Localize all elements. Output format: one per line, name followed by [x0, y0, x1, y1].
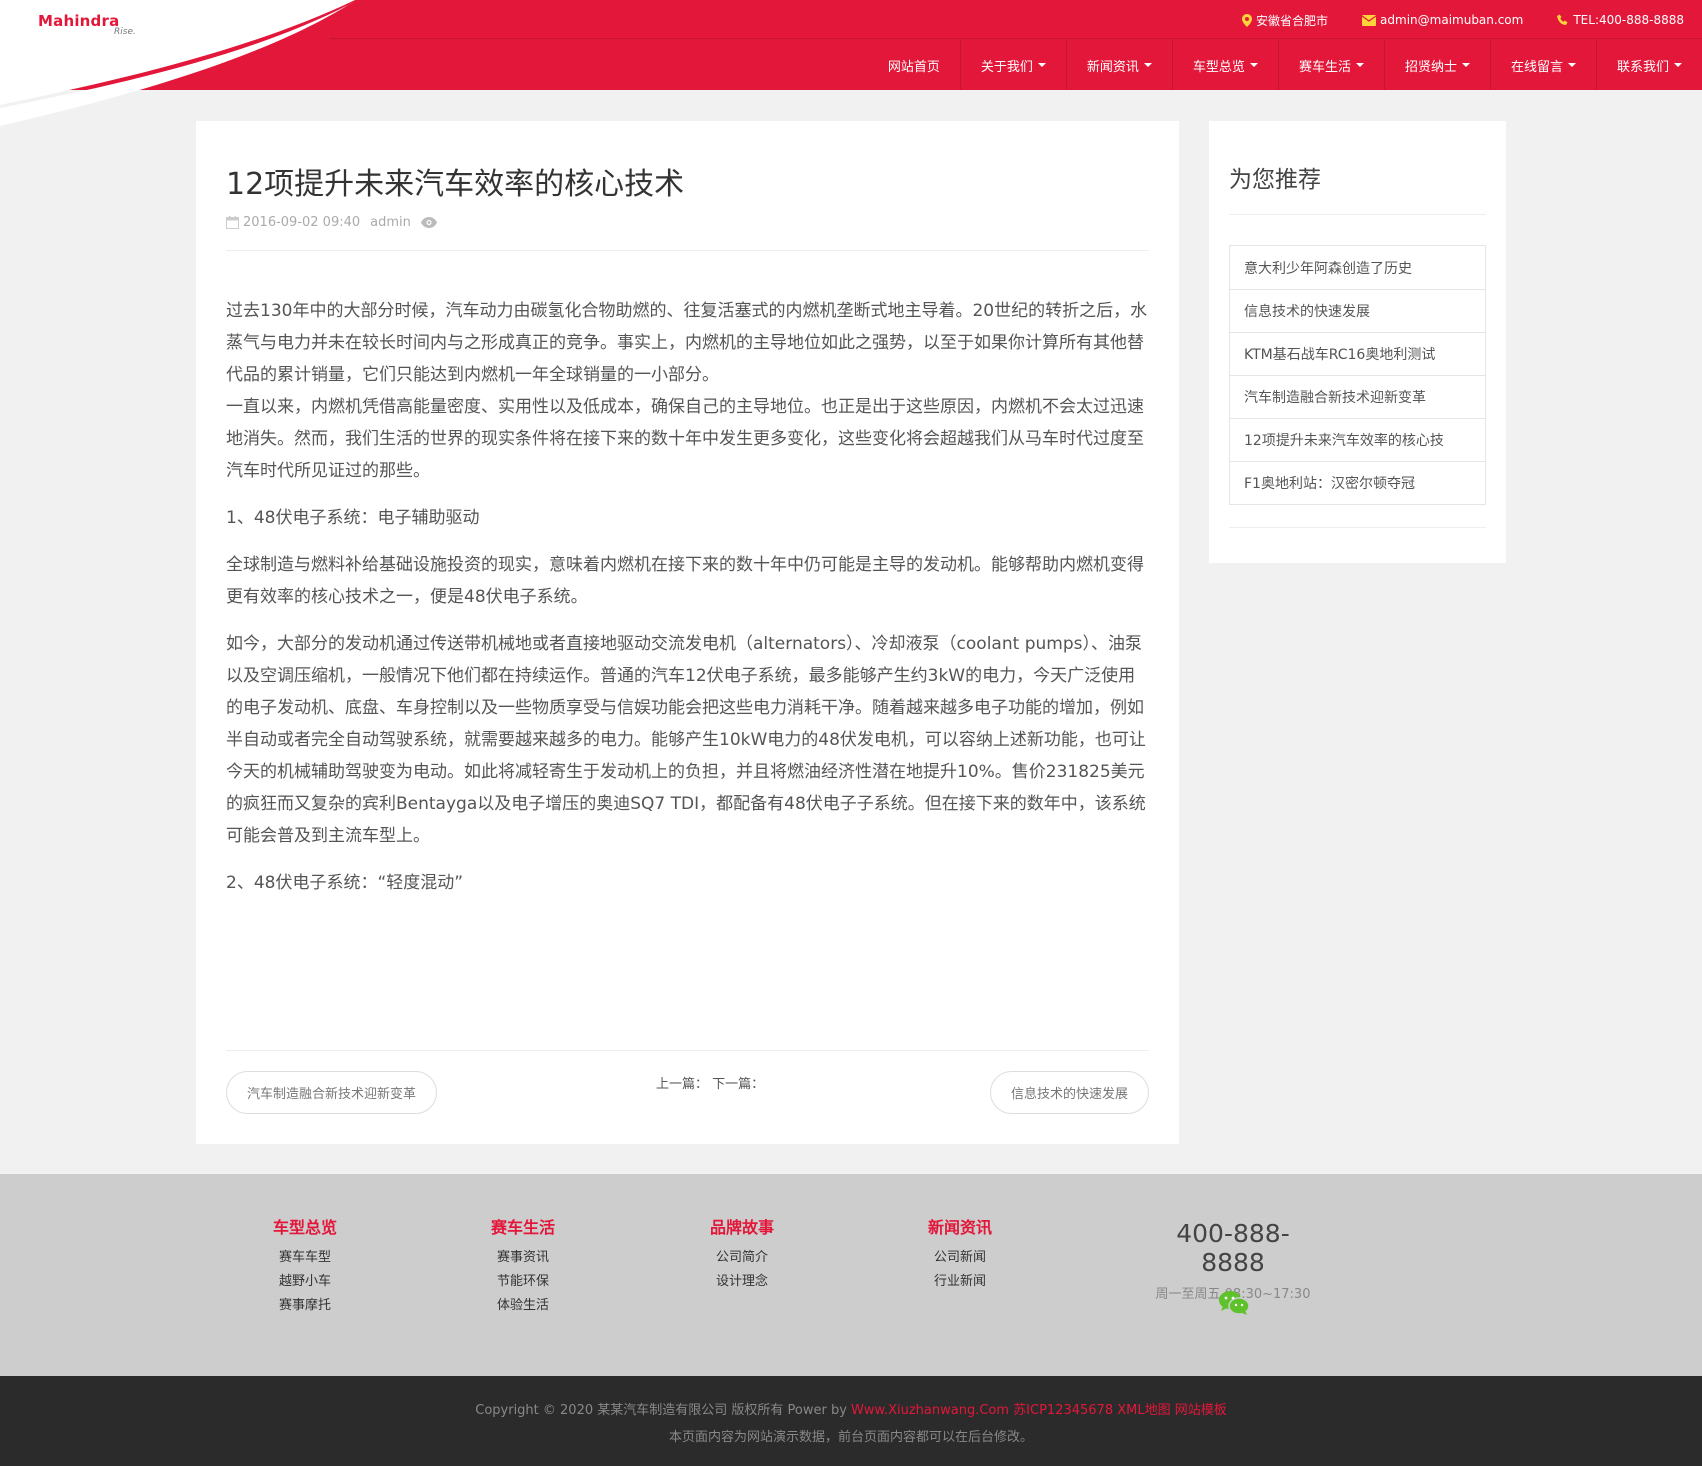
footer-column-models: 车型总览 赛车车型 越野小车 赛事摩托	[245, 1214, 365, 1318]
footer-link[interactable]: 体验生活	[463, 1294, 583, 1318]
nav-item-label: 在线留言	[1510, 59, 1563, 75]
pager-divider	[226, 1050, 1149, 1051]
copyright-links[interactable]: Www.Xiuzhanwang.Com 苏ICP12345678 XML地图 网…	[851, 1403, 1227, 1418]
copyright-line: Copyright © 2020 某某汽车制造有限公司 版权所有 Power b…	[0, 1399, 1702, 1418]
caret-down-icon	[1143, 63, 1152, 67]
copyright-bar: Copyright © 2020 某某汽车制造有限公司 版权所有 Power b…	[0, 1376, 1702, 1466]
sidebar-bottom-divider	[1229, 527, 1486, 528]
title-divider	[226, 250, 1149, 251]
sidebar-title: 为您推荐	[1229, 167, 1321, 193]
calendar-icon	[226, 216, 239, 229]
section-heading: 2、48伏电子系统：“轻度混动”	[226, 873, 464, 893]
paragraph: 如今，大部分的发动机通过传送带机械地或者直接地驱动交流发电机（alternato…	[226, 634, 1146, 846]
tel-text: TEL:400-888-8888	[1573, 13, 1684, 27]
nav-item[interactable]: 联系我们	[1595, 40, 1702, 90]
paragraph: 一直以来，内燃机凭借高能量密度、实用性以及低成本，确保自己的主导地位。也正是出于…	[226, 397, 1144, 481]
tel-info[interactable]: TEL:400-888-8888	[1557, 13, 1684, 27]
recommend-item[interactable]: 汽车制造融合新技术迎新变革	[1230, 375, 1485, 418]
nav-item[interactable]: 网站首页	[868, 40, 960, 90]
footer-link[interactable]: 设计理念	[682, 1270, 802, 1294]
site-footer: 车型总览 赛车车型 越野小车 赛事摩托 赛车生活 赛事资讯 节能环保 体验生活 …	[0, 1174, 1702, 1376]
recommend-item[interactable]: KTM基石战车RC16奥地利测试	[1230, 332, 1485, 375]
nav-item-label: 关于我们	[980, 59, 1033, 75]
article-date: 2016-09-02 09:40	[226, 215, 360, 230]
footer-column-brand: 品牌故事 公司简介 设计理念	[682, 1214, 802, 1294]
phone-icon	[1557, 14, 1568, 25]
recommend-sidebar: 为您推荐 意大利少年阿森创造了历史 信息技术的快速发展 KTM基石战车RC16奥…	[1209, 121, 1506, 563]
caret-down-icon	[1249, 63, 1258, 67]
nav-item-label: 招贤纳士	[1404, 59, 1457, 75]
next-article-button[interactable]: 信息技术的快速发展	[989, 1071, 1149, 1114]
header-contact-bar: 安徽省合肥市 admin@maimuban.com TEL:400-888-88…	[1208, 0, 1702, 40]
footer-link[interactable]: 公司简介	[682, 1246, 802, 1270]
nav-item[interactable]: 招贤纳士	[1383, 40, 1490, 90]
article-title: 12项提升未来汽车效率的核心技术	[226, 167, 685, 202]
footer-column-title[interactable]: 新闻资讯	[900, 1214, 1020, 1238]
footer-link[interactable]: 行业新闻	[900, 1270, 1020, 1294]
footer-phone: 400-888-8888	[1176, 1219, 1290, 1277]
footer-link[interactable]: 公司新闻	[900, 1246, 1020, 1270]
article-card: 12项提升未来汽车效率的核心技术 2016-09-02 09:40 admin …	[196, 121, 1179, 1144]
map-marker-icon	[1242, 13, 1253, 27]
logo-tagline: Rise.	[114, 27, 136, 37]
nav-item[interactable]: 车型总览	[1171, 40, 1278, 90]
pager-label: 上一篇： 下一篇：	[656, 1077, 765, 1092]
nav-item-label: 赛车生活	[1298, 59, 1351, 75]
nav-item[interactable]: 新闻资讯	[1065, 40, 1172, 90]
article-author: admin	[370, 215, 411, 230]
section-heading: 1、48伏电子系统：电子辅助驱动	[226, 508, 480, 528]
recommend-item[interactable]: F1奥地利站：汉密尔顿夺冠	[1230, 461, 1485, 504]
demo-notice: 本页面内容为网站演示数据，前台页面内容都可以在后台修改。	[668, 1430, 1033, 1445]
footer-column-title[interactable]: 赛车生活	[463, 1214, 583, 1238]
paragraph: 全球制造与燃料补给基础设施投资的现实，意味着内燃机在接下来的数十年中仍可能是主导…	[226, 555, 1144, 607]
logo-area[interactable]: Mahindra Rise.	[0, 0, 360, 130]
eye-icon	[420, 217, 437, 228]
recommend-item[interactable]: 12项提升未来汽车效率的核心技	[1230, 418, 1485, 461]
footer-column-racing: 赛车生活 赛事资讯 节能环保 体验生活	[463, 1214, 583, 1318]
wechat-icon[interactable]	[1218, 1290, 1250, 1316]
nav-item-label: 新闻资讯	[1086, 59, 1139, 75]
location-text: 安徽省合肥市	[1256, 13, 1329, 28]
footer-column-news: 新闻资讯 公司新闻 行业新闻	[900, 1214, 1020, 1294]
caret-down-icon	[1674, 63, 1682, 67]
footer-column-title[interactable]: 品牌故事	[682, 1214, 802, 1238]
caret-down-icon	[1355, 63, 1364, 67]
footer-link[interactable]: 越野小车	[245, 1270, 365, 1294]
email-info[interactable]: admin@maimuban.com	[1362, 13, 1523, 27]
logo: Mahindra	[38, 12, 120, 30]
email-text: admin@maimuban.com	[1380, 13, 1524, 27]
nav-item[interactable]: 在线留言	[1489, 40, 1596, 90]
envelope-icon	[1362, 14, 1377, 26]
article-date-text: 2016-09-02 09:40	[243, 215, 361, 230]
recommend-item[interactable]: 信息技术的快速发展	[1230, 289, 1485, 332]
footer-link[interactable]: 节能环保	[463, 1270, 583, 1294]
nav-item-label: 联系我们	[1616, 59, 1669, 75]
prev-article-button[interactable]: 汽车制造融合新技术迎新变革	[226, 1071, 438, 1114]
article-meta: 2016-09-02 09:40 admin	[226, 215, 1149, 230]
sidebar-divider	[1229, 214, 1486, 215]
location-info: 安徽省合肥市	[1242, 12, 1328, 29]
caret-down-icon	[1037, 63, 1046, 67]
footer-link[interactable]: 赛车车型	[245, 1246, 365, 1270]
footer-column-title[interactable]: 车型总览	[245, 1214, 365, 1238]
paragraph: 过去130年中的大部分时候，汽车动力由碳氢化合物助燃的、往复活塞式的内燃机垄断式…	[226, 301, 1148, 385]
nav-item-label: 车型总览	[1192, 59, 1245, 75]
nav-item[interactable]: 赛车生活	[1277, 40, 1384, 90]
caret-down-icon	[1461, 63, 1470, 67]
footer-link[interactable]: 赛事资讯	[463, 1246, 583, 1270]
main-nav: 网站首页 关于我们 新闻资讯 车型总览 赛车生活 招贤纳士 在线留言 联系我们	[868, 40, 1702, 90]
recommend-list: 意大利少年阿森创造了历史 信息技术的快速发展 KTM基石战车RC16奥地利测试 …	[1229, 245, 1486, 505]
caret-down-icon	[1567, 63, 1576, 67]
views-indicator	[420, 217, 441, 228]
nav-item[interactable]: 关于我们	[959, 40, 1066, 90]
nav-item-label: 网站首页	[887, 59, 940, 75]
recommend-item[interactable]: 意大利少年阿森创造了历史	[1230, 246, 1485, 289]
footer-link[interactable]: 赛事摩托	[245, 1294, 365, 1318]
article-content: 过去130年中的大部分时候，汽车动力由碳氢化合物助燃的、往复活塞式的内燃机垄断式…	[226, 295, 1149, 899]
copyright-text: Copyright © 2020 某某汽车制造有限公司 版权所有 Power b…	[475, 1403, 852, 1418]
